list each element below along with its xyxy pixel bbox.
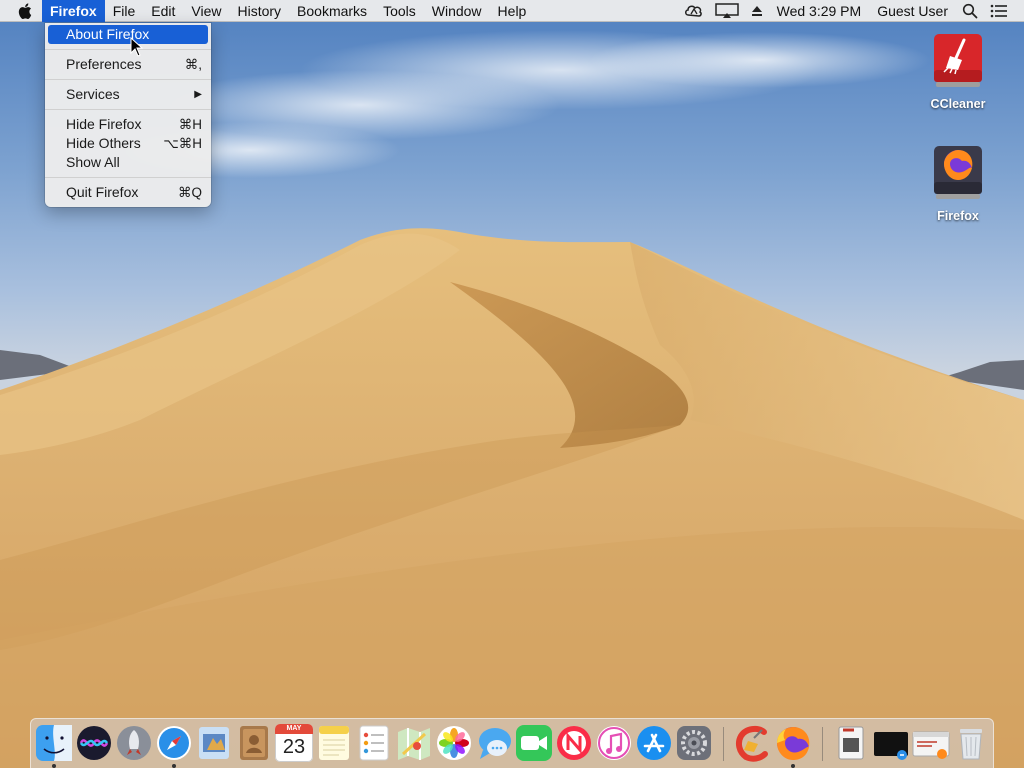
submenu-arrow-icon: ▶ [194,89,202,100]
dock-siri-icon[interactable] [75,724,113,762]
menu-item-shortcut: ⌘H [178,117,202,132]
dock-itunes-icon[interactable] [595,724,633,762]
menu-edit[interactable]: Edit [143,0,183,22]
menu-separator [45,79,211,80]
menu-separator [45,49,211,50]
menu-bookmarks[interactable]: Bookmarks [289,0,375,22]
menu-item-show-all[interactable]: Show All [45,153,211,172]
menu-bar-extras: Wed 3:29 PM Guest User [679,0,1024,22]
menu-item-about-firefox[interactable]: About Firefox [48,25,208,44]
menu-item-label: Hide Firefox [66,116,142,132]
dock-separator [822,727,823,761]
dock-contacts-icon[interactable] [235,724,273,762]
dock-reminders-icon[interactable] [355,724,393,762]
dock-terminal-icon[interactable] [872,724,910,762]
menu-item-quit-firefox[interactable]: Quit Firefox ⌘Q [45,183,211,202]
apple-logo-icon [18,2,32,19]
firefox-disk-icon [934,146,982,199]
dock-firefox-icon[interactable] [774,724,812,762]
dock-system-preferences-icon[interactable] [675,724,713,762]
dock-app-store-icon[interactable] [635,724,673,762]
menu-firefox[interactable]: Firefox [42,0,105,22]
dock-launchpad-icon[interactable] [115,724,153,762]
menu-item-label: Preferences [66,56,142,72]
ccleaner-disk-icon [934,34,982,87]
menu-tools[interactable]: Tools [375,0,424,22]
dock-firefox-window-icon[interactable] [912,724,950,762]
running-indicator [791,764,795,768]
dock-photos-icon[interactable] [435,724,473,762]
dock-messages-icon[interactable] [475,724,513,762]
running-indicator [52,764,56,768]
eject-icon[interactable] [745,0,769,22]
dock-preview-icon[interactable] [832,724,870,762]
dock-calendar-icon[interactable]: MAY 23 [275,724,313,762]
notification-center-icon[interactable] [984,0,1014,22]
airplay-display-icon[interactable] [709,0,745,22]
menu-item-services[interactable]: Services ▶ [45,85,211,104]
menu-bar-clock[interactable]: Wed 3:29 PM [769,0,870,22]
desktop[interactable]: Firefox File Edit View History Bookmarks… [0,0,1024,768]
menu-item-label: Services [66,86,120,102]
spotlight-search-icon[interactable] [956,0,984,22]
dock-mail-icon[interactable] [195,724,233,762]
menu-item-preferences[interactable]: Preferences ⌘, [45,55,211,74]
menu-history[interactable]: History [229,0,289,22]
dock: MAY 23 [30,718,994,768]
menu-bar: Firefox File Edit View History Bookmarks… [0,0,1024,22]
menu-item-hide-firefox[interactable]: Hide Firefox ⌘H [45,115,211,134]
menu-item-shortcut: ⌘, [184,57,202,72]
dock-safari-icon[interactable] [155,724,193,762]
dock-facetime-icon[interactable] [515,724,553,762]
desktop-icon-label: Firefox [937,209,979,223]
dock-separator [723,727,724,761]
menu-help[interactable]: Help [490,0,535,22]
menu-view[interactable]: View [183,0,229,22]
menu-file[interactable]: File [105,0,144,22]
menu-separator [45,109,211,110]
desktop-icon-label: CCleaner [930,97,986,111]
menu-item-hide-others[interactable]: Hide Others ⌥⌘H [45,134,211,153]
dock-notes-icon[interactable] [315,724,353,762]
dock-ccleaner-icon[interactable] [734,724,772,762]
dock-news-icon[interactable] [555,724,593,762]
creative-cloud-icon[interactable] [679,0,709,22]
desktop-icon-firefox[interactable]: Firefox [913,142,1003,223]
menu-item-shortcut: ⌘Q [177,185,202,200]
dock-trash-icon[interactable] [952,724,990,762]
desktop-icon-ccleaner[interactable]: CCleaner [913,30,1003,111]
dock-maps-icon[interactable] [395,724,433,762]
menu-window[interactable]: Window [424,0,490,22]
menu-item-label: Show All [66,154,120,170]
menu-separator [45,177,211,178]
calendar-day: 23 [282,736,306,758]
apple-menu[interactable] [0,0,42,22]
calendar-month: MAY [275,724,313,734]
firefox-app-menu: About Firefox Preferences ⌘, Services ▶ … [45,23,211,207]
menu-item-label: Quit Firefox [66,184,139,200]
menu-item-label: Hide Others [66,135,141,151]
menu-item-shortcut: ⌥⌘H [163,136,202,151]
fast-user-switching[interactable]: Guest User [869,0,956,22]
running-indicator [172,764,176,768]
mouse-pointer-icon [130,37,144,57]
dock-finder-icon[interactable] [35,724,73,762]
